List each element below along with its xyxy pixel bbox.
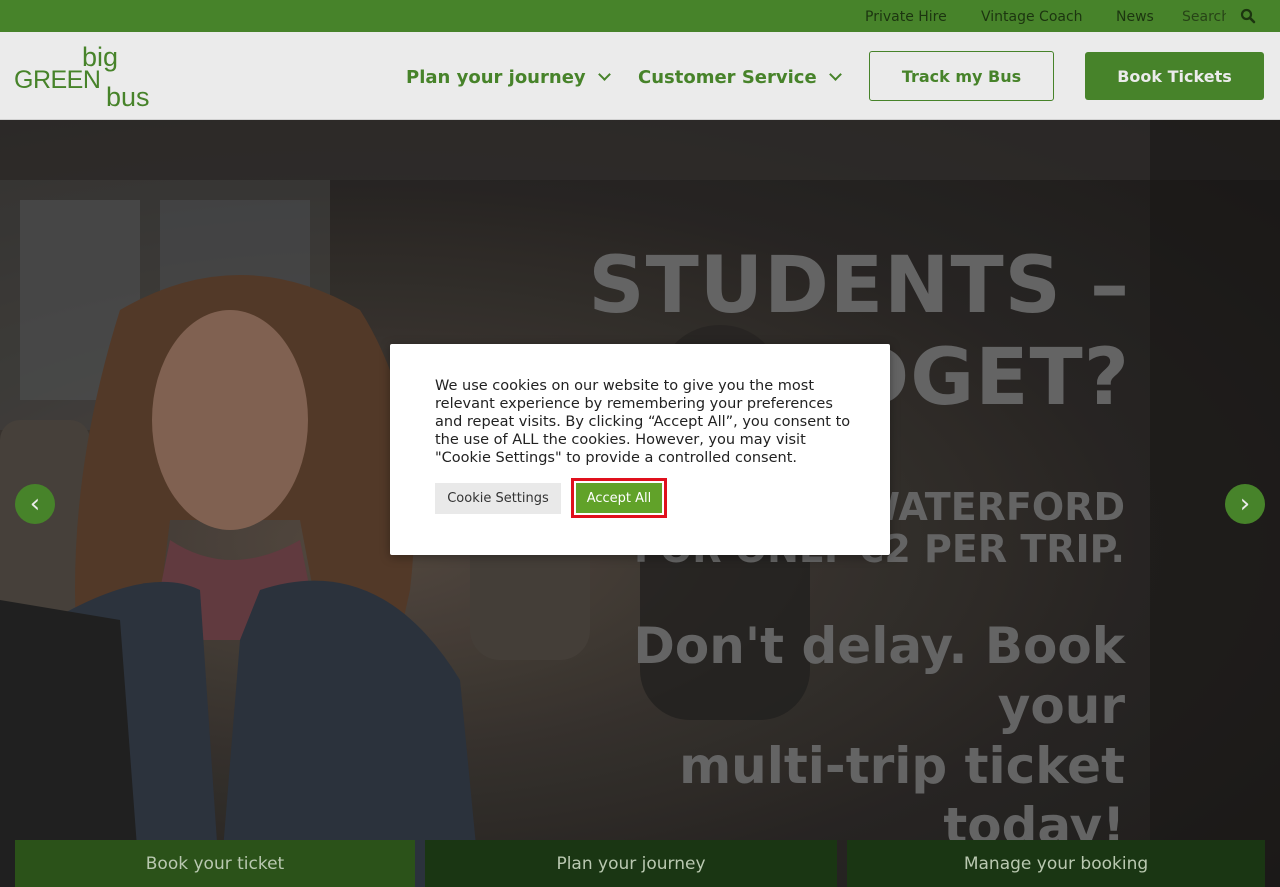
accept-all-label: Accept All [576, 483, 662, 513]
cookie-consent-text: We use cookies on our website to give yo… [435, 378, 851, 466]
accept-all-button[interactable]: Accept All [571, 478, 667, 518]
cookie-settings-button[interactable]: Cookie Settings [435, 483, 561, 514]
cookie-consent-dialog: We use cookies on our website to give yo… [390, 344, 890, 555]
